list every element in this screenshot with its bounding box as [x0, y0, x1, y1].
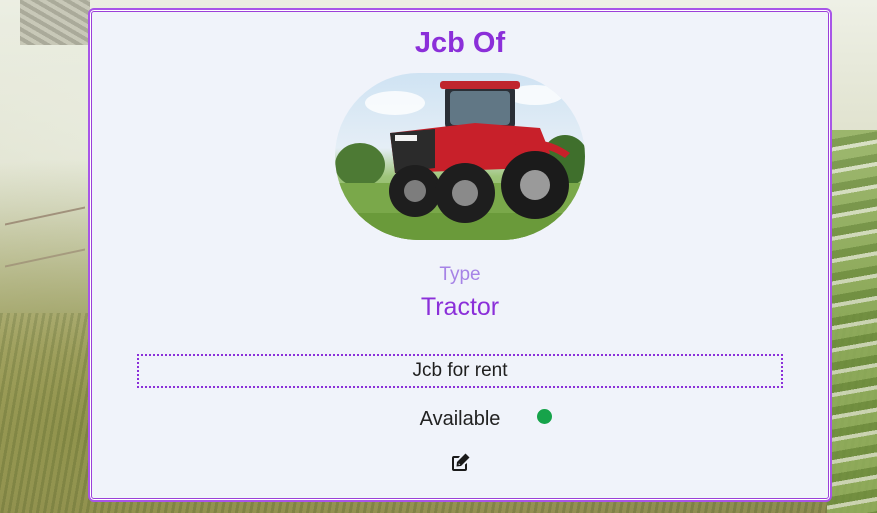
description-box: Jcb for rent	[137, 354, 783, 388]
background-machinery	[20, 0, 90, 45]
status-indicator-dot	[537, 409, 552, 424]
type-value: Tractor	[420, 293, 500, 321]
tractor-image	[335, 81, 585, 240]
edit-icon	[452, 453, 470, 471]
background-crops	[827, 130, 877, 513]
type-label: Type	[439, 264, 481, 285]
card-title: Jcb Of	[414, 27, 506, 59]
description-text: Jcb for rent	[412, 360, 508, 381]
edit-button[interactable]	[448, 451, 472, 475]
equipment-photo	[335, 73, 585, 240]
availability-status: Available	[419, 408, 501, 430]
equipment-card: Jcb Of Type Tractor Jcb for rent Availab…	[88, 8, 832, 502]
